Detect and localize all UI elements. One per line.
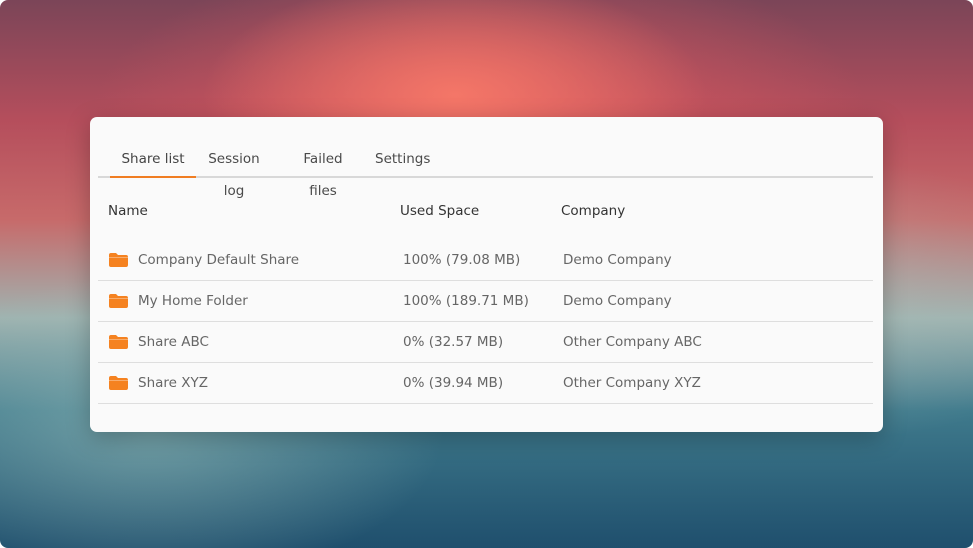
share-name: Company Default Share (138, 252, 300, 268)
share-company: Other Company ABC (563, 334, 702, 350)
table-row[interactable]: Share ABC 0% (32.57 MB) Other Company AB… (98, 322, 873, 363)
column-header-name[interactable]: Name (108, 203, 148, 219)
tab-share-list[interactable]: Share list (110, 143, 196, 178)
tab-bar: Share list Session log Failed files Sett… (98, 143, 873, 199)
share-name: My Home Folder (138, 293, 248, 309)
share-company: Demo Company (563, 252, 672, 268)
column-header-used-space[interactable]: Used Space (400, 203, 479, 219)
folder-icon (109, 335, 128, 349)
share-window: Share list Session log Failed files Sett… (90, 117, 883, 432)
share-company: Other Company XYZ (563, 375, 701, 391)
tab-session-log[interactable]: Session log (196, 143, 272, 199)
share-used-space: 100% (79.08 MB) (403, 252, 521, 268)
share-used-space: 0% (32.57 MB) (403, 334, 504, 350)
column-header-company[interactable]: Company (561, 203, 625, 219)
share-company: Demo Company (563, 293, 672, 309)
table-row[interactable]: Company Default Share 100% (79.08 MB) De… (98, 240, 873, 281)
share-name: Share XYZ (138, 375, 208, 391)
share-table-body: Company Default Share 100% (79.08 MB) De… (98, 240, 873, 404)
table-row[interactable]: My Home Folder 100% (189.71 MB) Demo Com… (98, 281, 873, 322)
tab-settings[interactable]: Settings (375, 143, 430, 176)
share-used-space: 0% (39.94 MB) (403, 375, 504, 391)
folder-icon (109, 253, 128, 267)
tab-failed-files[interactable]: Failed files (288, 143, 358, 199)
share-name: Share ABC (138, 334, 209, 350)
folder-icon (109, 376, 128, 390)
folder-icon (109, 294, 128, 308)
table-row[interactable]: Share XYZ 0% (39.94 MB) Other Company XY… (98, 363, 873, 404)
share-used-space: 100% (189.71 MB) (403, 293, 529, 309)
table-header: Name Used Space Company (98, 203, 873, 227)
